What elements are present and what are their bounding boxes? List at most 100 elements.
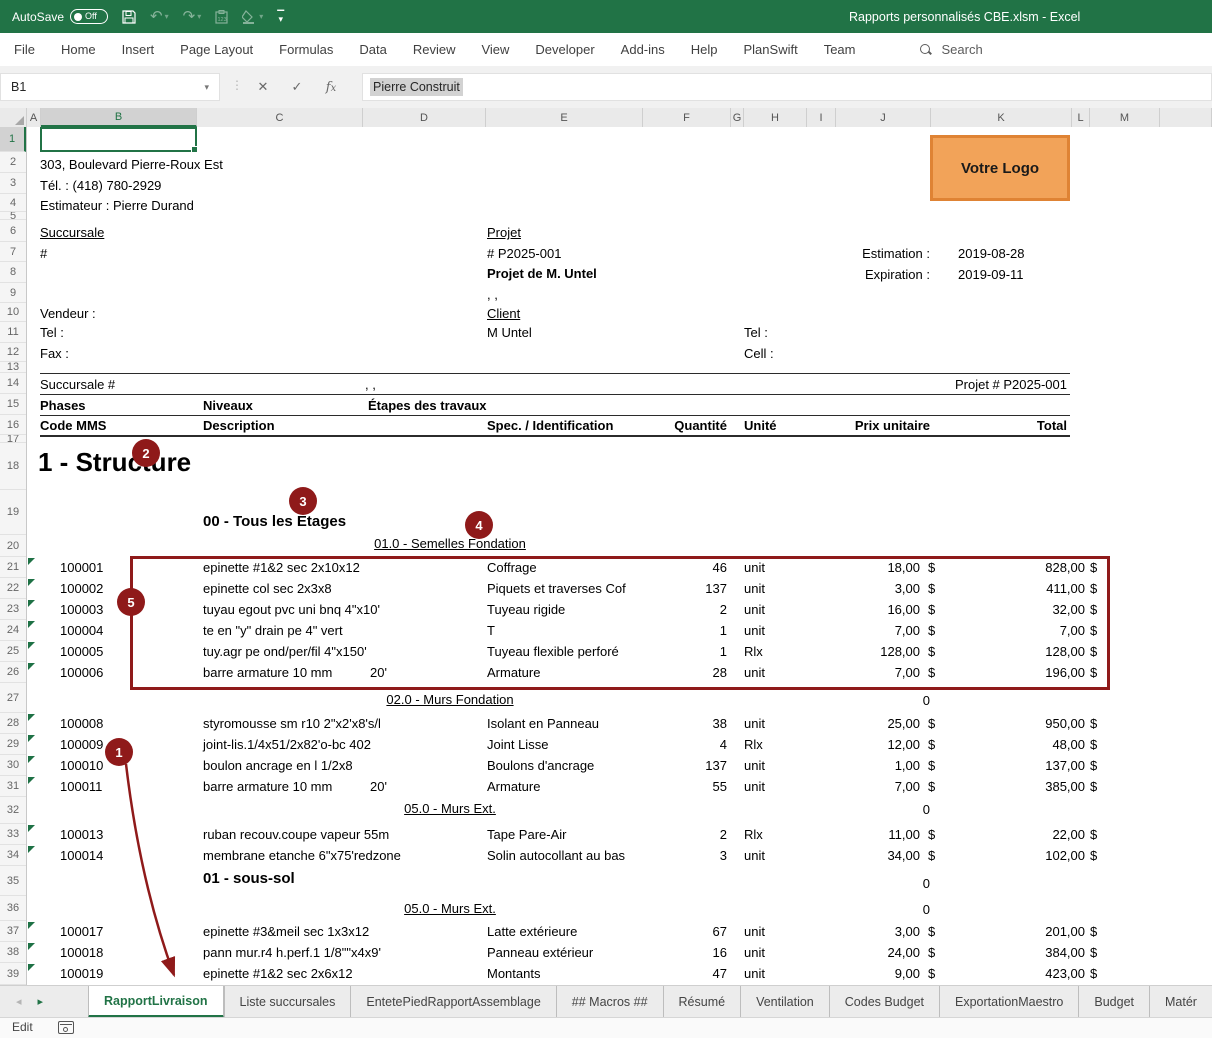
- cell-unit-price[interactable]: 7,00: [790, 776, 920, 797]
- cell-company-estimator[interactable]: Estimateur : Pierre Durand: [40, 198, 194, 213]
- name-box-dropdown-icon[interactable]: ▾: [204, 82, 209, 93]
- cell-description[interactable]: ruban recouv.coupe vapeur 55m: [203, 824, 389, 845]
- cell-quantity[interactable]: 38: [643, 713, 727, 734]
- row-header-13[interactable]: 13: [0, 362, 26, 373]
- cell-unit-price-currency[interactable]: $: [928, 921, 935, 942]
- cell-total[interactable]: 22,00: [955, 824, 1085, 845]
- cell-code[interactable]: 100014: [60, 845, 103, 866]
- sheet-tab-mat-r[interactable]: Matér: [1149, 986, 1212, 1018]
- cell-unit-price-currency[interactable]: $: [928, 824, 935, 845]
- cancel-entry-icon[interactable]: ✕: [248, 73, 278, 101]
- sheet-tab-codes-budget[interactable]: Codes Budget: [829, 986, 939, 1018]
- column-header-A[interactable]: A: [27, 108, 41, 127]
- cell-quantity[interactable]: 47: [643, 963, 727, 984]
- row-header-35[interactable]: 35: [0, 866, 26, 896]
- cell-unit[interactable]: Rlx: [744, 824, 763, 845]
- level-title[interactable]: 01 - sous-sol: [203, 870, 295, 887]
- cell-total[interactable]: 950,00: [955, 713, 1085, 734]
- column-header-L[interactable]: L: [1072, 108, 1090, 127]
- cell-unit-price[interactable]: 34,00: [790, 845, 920, 866]
- subtotal-zero[interactable]: 0: [830, 693, 930, 708]
- cell-phase-title[interactable]: 1 - Structure: [38, 447, 191, 478]
- cell-unit-price-currency[interactable]: $: [928, 942, 935, 963]
- header-unite[interactable]: Unité: [744, 418, 777, 433]
- cell-spec[interactable]: Panneau extérieur: [487, 942, 642, 963]
- cell-unit-price[interactable]: 1,00: [790, 755, 920, 776]
- cell-description[interactable]: epinette #1&2 sec 2x6x12: [203, 963, 353, 984]
- cell-unit-price-currency[interactable]: $: [928, 713, 935, 734]
- column-header-E[interactable]: E: [486, 108, 643, 127]
- cell-unit[interactable]: unit: [744, 921, 765, 942]
- cell-total[interactable]: 102,00: [955, 845, 1085, 866]
- row-header-15[interactable]: 15: [0, 394, 26, 415]
- ribbon-tab-planswift[interactable]: PlanSwift: [744, 42, 798, 57]
- row-header-10[interactable]: 10: [0, 303, 26, 322]
- row-header-17[interactable]: 17: [0, 435, 26, 443]
- row-header-6[interactable]: 6: [0, 220, 26, 242]
- cell-company-address[interactable]: 303, Boulevard Pierre-Roux Est: [40, 157, 223, 172]
- ribbon-tab-insert[interactable]: Insert: [122, 42, 155, 57]
- row-header-5[interactable]: 5: [0, 212, 26, 220]
- ribbon-tab-developer[interactable]: Developer: [535, 42, 594, 57]
- sheet-nav-right-icon[interactable]: ▸: [38, 997, 44, 1008]
- cell-spec[interactable]: Isolant en Panneau: [487, 713, 642, 734]
- customize-quick-access-icon[interactable]: ▔▾: [277, 13, 284, 21]
- cell-total-currency[interactable]: $: [1090, 734, 1097, 755]
- column-header-M[interactable]: M: [1090, 108, 1160, 127]
- cell-code[interactable]: 100006: [60, 662, 103, 683]
- cell-unit[interactable]: unit: [744, 942, 765, 963]
- cell-unit-price[interactable]: 11,00: [790, 824, 920, 845]
- ribbon-tab-view[interactable]: View: [481, 42, 509, 57]
- cell-code[interactable]: 100004: [60, 620, 103, 641]
- cell-unit-price-currency[interactable]: $: [928, 755, 935, 776]
- cell-report-projet[interactable]: Projet # P2025-001: [867, 377, 1067, 392]
- row-header-3[interactable]: 3: [0, 173, 26, 194]
- row-header-18[interactable]: 18: [0, 443, 26, 490]
- fill-handle[interactable]: [191, 146, 198, 153]
- row-header-8[interactable]: 8: [0, 262, 26, 283]
- cell-code[interactable]: 100017: [60, 921, 103, 942]
- cell-code[interactable]: 100003: [60, 599, 103, 620]
- header-phases[interactable]: Phases: [40, 398, 86, 413]
- column-header-K[interactable]: K: [931, 108, 1072, 127]
- cell-total-currency[interactable]: $: [1090, 845, 1097, 866]
- cell-code[interactable]: 100013: [60, 824, 103, 845]
- sheet-tab-rapportlivraison[interactable]: RapportLivraison: [88, 986, 224, 1018]
- cell-description[interactable]: epinette #3&meil sec 1x3x12: [203, 921, 369, 942]
- sheet-tab-ventilation[interactable]: Ventilation: [740, 986, 829, 1018]
- cell-code[interactable]: 100018: [60, 942, 103, 963]
- header-spec[interactable]: Spec. / Identification: [487, 418, 613, 433]
- cell-total[interactable]: 201,00: [955, 921, 1085, 942]
- cell-code[interactable]: 100005: [60, 641, 103, 662]
- cell-total[interactable]: 137,00: [955, 755, 1085, 776]
- cell-description[interactable]: styromousse sm r10 2"x2'x8's/l: [203, 713, 381, 734]
- autosave-toggle[interactable]: AutoSave Off: [12, 9, 108, 24]
- cell-client-cell-label[interactable]: Cell :: [744, 346, 774, 361]
- cell-code[interactable]: 100008: [60, 713, 103, 734]
- cell-spec[interactable]: Solin autocollant au bas: [487, 845, 642, 866]
- cell-unit[interactable]: Rlx: [744, 734, 763, 755]
- cell-unit-price[interactable]: 24,00: [790, 942, 920, 963]
- cell-quantity[interactable]: 55: [643, 776, 727, 797]
- fill-color-icon[interactable]: ▾: [242, 10, 263, 24]
- column-header-H[interactable]: H: [744, 108, 807, 127]
- header-niveaux[interactable]: Niveaux: [203, 398, 253, 413]
- cell-estimation-date[interactable]: 2019-08-28: [958, 246, 1025, 261]
- cell-description[interactable]: membrane etanche 6"x75'redzone: [203, 845, 401, 866]
- paste-number-format-icon[interactable]: 123: [215, 10, 228, 24]
- cell-projet-label[interactable]: Projet: [487, 225, 521, 240]
- cell-description-length[interactable]: 20': [370, 776, 387, 797]
- column-header-F[interactable]: F: [643, 108, 731, 127]
- cell-client-name[interactable]: M Untel: [487, 325, 532, 340]
- row-header-19[interactable]: 19: [0, 490, 26, 535]
- header-prix-unitaire[interactable]: Prix unitaire: [780, 418, 930, 433]
- cell-tel-label[interactable]: Tel :: [40, 325, 64, 340]
- ribbon-tab-help[interactable]: Help: [691, 42, 718, 57]
- name-box[interactable]: B1 ▾: [0, 73, 220, 101]
- cell-unit-price-currency[interactable]: $: [928, 776, 935, 797]
- ribbon-tab-review[interactable]: Review: [413, 42, 456, 57]
- row-header-4[interactable]: 4: [0, 194, 26, 212]
- row-header-16[interactable]: 16: [0, 415, 26, 435]
- subtotal-zero[interactable]: 0: [830, 802, 930, 817]
- header-etapes[interactable]: Étapes des travaux: [368, 398, 487, 413]
